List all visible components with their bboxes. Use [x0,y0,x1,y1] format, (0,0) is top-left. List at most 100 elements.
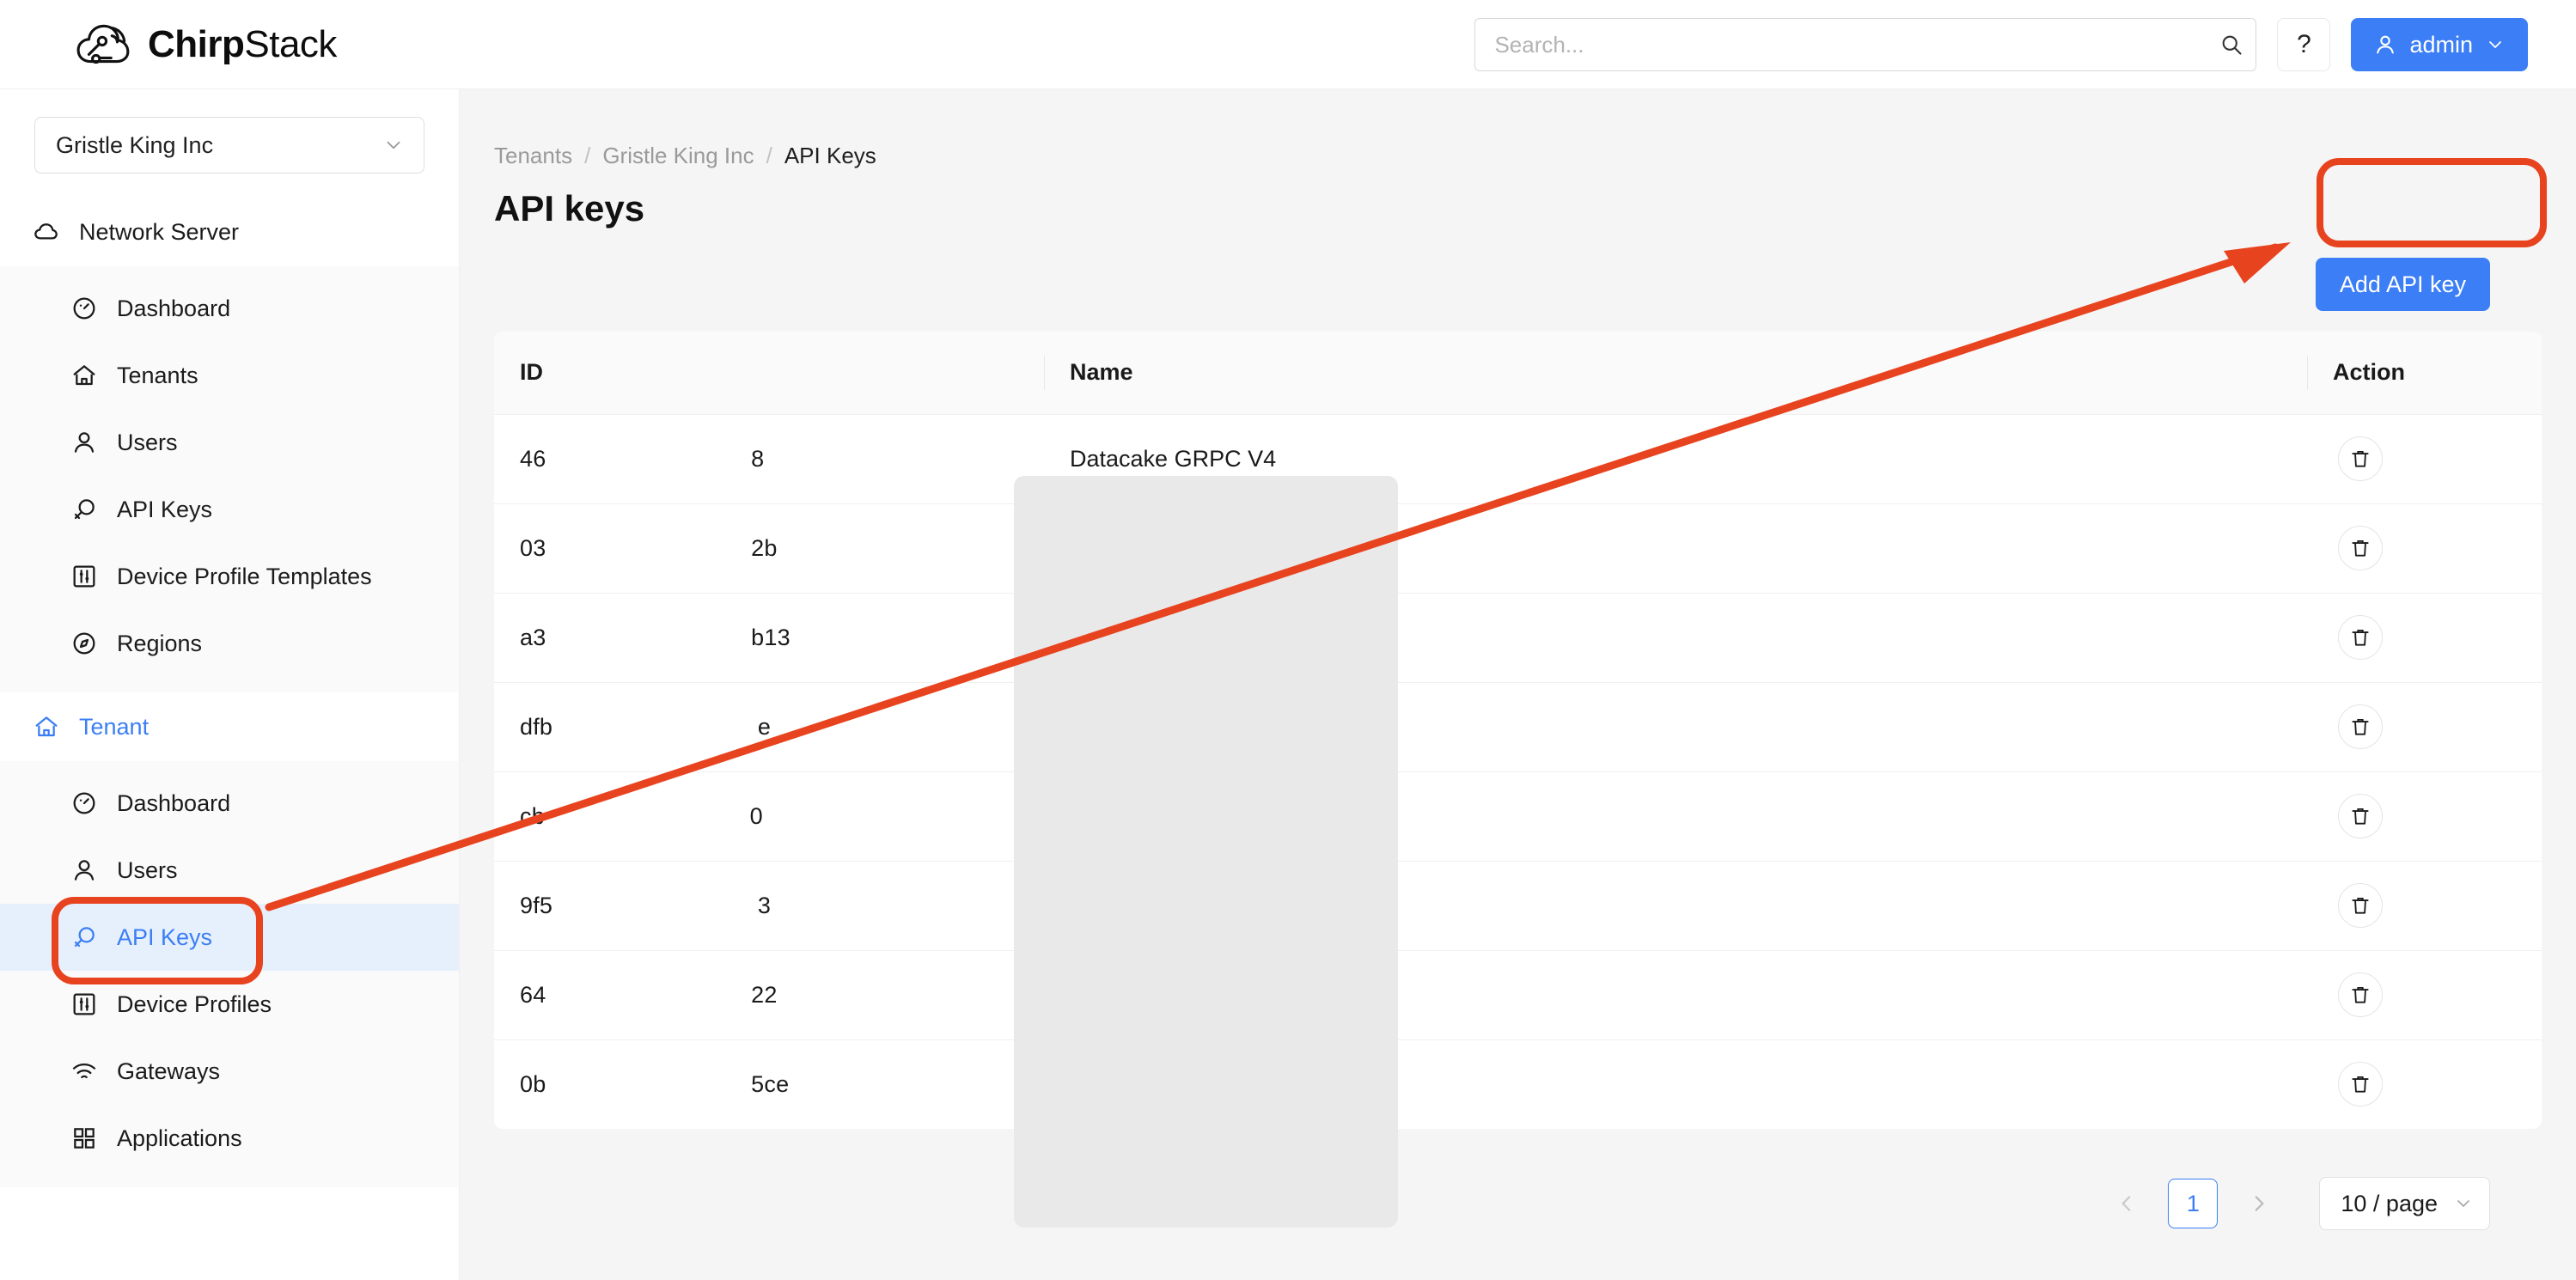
chevron-right-icon [2248,1192,2270,1215]
cell-name: Datacake GRPC V4 [1044,414,2307,503]
gauge-icon [70,295,98,322]
table-row[interactable]: 03 2bKeyboardMaestro-Busylight [494,503,2542,593]
cell-name: bones [1044,950,2307,1039]
page-size-selector[interactable]: 10 / page [2319,1177,2490,1230]
breadcrumb-item-current: API Keys [784,143,876,169]
chirpstack-api-keys-page: ChirpStack ? admin [0,0,2576,1280]
cell-action [2307,771,2542,861]
cell-action [2307,682,2542,771]
cell-action [2307,593,2542,682]
sidebar-item-tenant-users[interactable]: Users [0,837,459,904]
search-button[interactable] [2207,18,2256,71]
delete-api-key-button[interactable] [2338,972,2383,1017]
sidebar-item-label: Dashboard [117,790,230,817]
trash-icon [2349,537,2372,559]
tenant-selector[interactable]: Gristle King Inc [34,117,424,174]
sidebar: Gristle King Inc Network Server Dashboar… [0,89,460,1280]
table-row[interactable]: 9f5 3andre_test [494,861,2542,950]
cell-id: 46 8 [494,414,1044,503]
cell-action [2307,950,2542,1039]
cell-id: cb 0 [494,771,1044,861]
chevron-down-icon [2485,34,2506,55]
sliders-icon [70,990,98,1018]
table-row[interactable]: dfb eMigrationKey [494,682,2542,771]
sidebar-item-label: Applications [117,1125,242,1152]
table-row[interactable]: 64 22bones [494,950,2542,1039]
delete-api-key-button[interactable] [2338,615,2383,660]
sidebar-group-tenant: Dashboard Users API Keys [0,761,459,1187]
page-title: API keys [494,188,2576,229]
sidebar-section-tenant[interactable]: Tenant [0,692,459,761]
sidebar-item-ns-api-keys[interactable]: API Keys [0,476,459,543]
delete-api-key-button[interactable] [2338,883,2383,928]
sidebar-item-label: Gateways [117,1058,220,1085]
add-api-key-button[interactable]: Add API key [2316,258,2490,311]
sidebar-section-label: Tenant [79,714,149,741]
sidebar-section-label: Network Server [79,219,239,246]
cell-action [2307,1039,2542,1129]
cell-id: dfb e [494,682,1044,771]
delete-api-key-button[interactable] [2338,526,2383,570]
trash-icon [2349,716,2372,738]
sidebar-item-tenant-gateways[interactable]: Gateways [0,1038,459,1105]
sidebar-item-ns-tenants[interactable]: Tenants [0,342,459,409]
sidebar-section-network-server[interactable]: Network Server [0,198,459,266]
sidebar-item-ns-device-profile-templates[interactable]: Device Profile Templates [0,543,459,610]
column-header-name[interactable]: Name [1044,332,2307,414]
sidebar-item-tenant-device-profiles[interactable]: Device Profiles [0,971,459,1038]
home-icon [33,713,60,741]
brand-logo-area[interactable]: ChirpStack [76,22,337,67]
api-keys-table-card: ID Name Action 46 8Datacake GRPC V403 2b… [494,332,2542,1129]
cell-name: MigrationKey [1044,682,2307,771]
table-body: 46 8Datacake GRPC V403 2bKeyboardMaestro… [494,414,2542,1129]
user-menu-button[interactable]: admin [2351,18,2528,71]
search-input[interactable] [1474,18,2207,71]
sidebar-item-label: Device Profiles [117,991,272,1018]
delete-api-key-button[interactable] [2338,794,2383,838]
chevron-down-icon [2453,1193,2474,1214]
delete-api-key-button[interactable] [2338,704,2383,749]
key-icon [70,496,98,523]
main-content: Tenants / Gristle King Inc / API Keys AP… [460,89,2576,1280]
cell-action [2307,503,2542,593]
table-row[interactable]: a3 b13MetSci GK [494,593,2542,682]
cloud-chirp-logo-icon [76,22,132,67]
trash-icon [2349,894,2372,917]
home-icon [70,362,98,389]
help-button[interactable]: ? [2277,18,2330,71]
pagination-page-1[interactable]: 1 [2168,1179,2218,1228]
pagination-next-button[interactable] [2240,1185,2278,1222]
cell-id: 0b 5ce [494,1039,1044,1129]
chevron-down-icon [382,134,405,156]
api-keys-table: ID Name Action 46 8Datacake GRPC V403 2b… [494,332,2542,1129]
gauge-icon [70,789,98,817]
cloud-icon [33,218,60,246]
breadcrumb-item-tenants[interactable]: Tenants [494,143,572,169]
delete-api-key-button[interactable] [2338,1062,2383,1106]
sidebar-item-tenant-dashboard[interactable]: Dashboard [0,770,459,837]
trash-icon [2349,984,2372,1006]
cell-id: 9f5 3 [494,861,1044,950]
sidebar-item-ns-regions[interactable]: Regions [0,610,459,677]
delete-api-key-button[interactable] [2338,436,2383,481]
tenant-selector-value: Gristle King Inc [56,132,213,159]
sidebar-item-label: Dashboard [117,296,230,322]
cell-name: TEST001 [1044,771,2307,861]
search-box [1474,18,2256,71]
app-header: ChirpStack ? admin [0,0,2576,89]
pagination-prev-button[interactable] [2108,1185,2146,1222]
sidebar-item-ns-users[interactable]: Users [0,409,459,476]
column-header-id[interactable]: ID [494,332,1044,414]
sidebar-item-tenant-applications[interactable]: Applications [0,1105,459,1172]
table-row[interactable]: 0b 5ceplenomiotportal [494,1039,2542,1129]
user-menu-label: admin [2409,32,2473,58]
table-row[interactable]: cb 0TEST001 [494,771,2542,861]
brand-name-bold: Chirp [148,23,244,65]
breadcrumb-item-tenant-name[interactable]: Gristle King Inc [602,143,754,169]
cell-id: 64 22 [494,950,1044,1039]
sidebar-item-tenant-api-keys[interactable]: API Keys [0,904,459,971]
table-row[interactable]: 46 8Datacake GRPC V4 [494,414,2542,503]
sidebar-item-ns-dashboard[interactable]: Dashboard [0,275,459,342]
search-icon [2219,33,2243,57]
cell-name: plenomiotportal [1044,1039,2307,1129]
